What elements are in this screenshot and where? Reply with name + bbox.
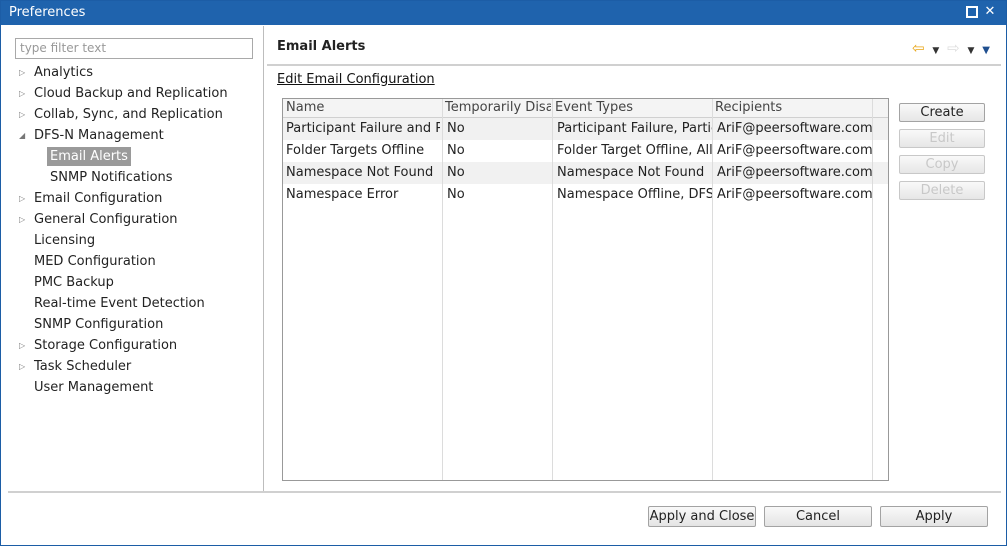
back-dropdown-icon[interactable]: ▼ [932, 46, 939, 56]
email-alerts-table[interactable]: Name Temporarily Disabled Event Types Re… [282, 98, 889, 481]
column-divider[interactable] [712, 99, 713, 480]
cell-event-types: Namespace Not Found [557, 165, 705, 180]
collapse-arrow-icon[interactable]: ◢ [19, 126, 29, 145]
column-header-name[interactable]: Name [283, 99, 441, 117]
tree-item-label: Email Alerts [47, 147, 131, 166]
edit-email-configuration-link[interactable]: Edit Email Configuration [277, 72, 435, 87]
tree-item-label: Task Scheduler [34, 359, 132, 374]
back-arrow-icon[interactable]: ⇦ [912, 39, 925, 57]
tree-item-label: SNMP Notifications [50, 170, 173, 185]
expand-arrow-icon[interactable]: ▷ [19, 210, 29, 229]
close-button[interactable]: ✕ [982, 4, 998, 20]
cell-event-types: Namespace Offline, DFS S [557, 187, 712, 202]
table-row[interactable]: Participant Failure and Pa No Participan… [283, 118, 888, 140]
expand-arrow-icon[interactable]: ▷ [19, 357, 29, 376]
tree-item-label: General Configuration [34, 212, 178, 227]
cell-temporarily-disabled: No [447, 165, 465, 180]
cell-temporarily-disabled: No [447, 143, 465, 158]
copy-button[interactable]: Copy [899, 155, 985, 174]
preferences-window: Preferences ✕ ▷ Analytics ▷ Cloud Backup… [0, 0, 1007, 546]
edit-button[interactable]: Edit [899, 129, 985, 148]
column-header-temporarily-disabled[interactable]: Temporarily Disabled [442, 99, 551, 117]
expand-arrow-icon[interactable]: ▷ [19, 336, 29, 355]
tree-item-label: Analytics [34, 65, 94, 80]
close-icon: ✕ [984, 4, 996, 19]
table-row[interactable]: Namespace Error No Namespace Offline, DF… [283, 184, 888, 206]
create-button[interactable]: Create [899, 103, 985, 122]
delete-button[interactable]: Delete [899, 181, 985, 200]
cell-name: Namespace Not Found [286, 165, 434, 180]
tree-item-label: User Management [34, 380, 154, 395]
forward-arrow-icon[interactable]: ⇨ [947, 39, 960, 57]
maximize-button[interactable] [964, 4, 980, 20]
cell-event-types: Participant Failure, Partici [557, 121, 712, 136]
pane-divider[interactable] [263, 26, 264, 491]
tree-item-label: MED Configuration [34, 254, 156, 269]
expand-arrow-icon[interactable]: ▷ [19, 189, 29, 208]
header-divider [267, 64, 1001, 66]
tree-item-label: Cloud Backup and Replication [34, 86, 228, 101]
column-header-event-types[interactable]: Event Types [552, 99, 711, 117]
filter-field[interactable] [15, 38, 253, 59]
column-divider[interactable] [442, 99, 443, 480]
expand-arrow-icon[interactable]: ▷ [19, 105, 29, 124]
tree-item-label: DFS-N Management [34, 128, 164, 143]
tree-item-label: SNMP Configuration [34, 317, 164, 332]
cancel-button[interactable]: Cancel [764, 506, 872, 527]
page-nav-toolbar: ⇦ ▼ ⇨ ▼ ▼ [908, 39, 990, 57]
table-row[interactable]: Folder Targets Offline No Folder Target … [283, 140, 888, 162]
cell-name: Namespace Error [286, 187, 399, 202]
cell-event-types: Folder Target Offline, All F [557, 143, 712, 158]
cell-recipients: AriF@peersoftware.com [717, 143, 872, 158]
column-divider[interactable] [872, 99, 873, 480]
cell-recipients: AriF@peersoftware.com [717, 165, 872, 180]
title-bar[interactable]: Preferences ✕ [1, 1, 1006, 25]
column-header-recipients[interactable]: Recipients [712, 99, 871, 117]
filter-input[interactable] [16, 39, 248, 56]
cell-name: Folder Targets Offline [286, 143, 425, 158]
page-title: Email Alerts [277, 39, 366, 54]
tree-item-label: Licensing [34, 233, 96, 248]
apply-button[interactable]: Apply [880, 506, 988, 527]
table-row[interactable]: Namespace Not Found No Namespace Not Fou… [283, 162, 888, 184]
window-title: Preferences [9, 5, 86, 20]
column-divider[interactable] [552, 99, 553, 480]
table-header: Name Temporarily Disabled Event Types Re… [283, 99, 888, 118]
tree-item-label: Storage Configuration [34, 338, 178, 353]
cell-recipients: AriF@peersoftware.com [717, 121, 872, 136]
tree-item-label: PMC Backup [34, 275, 114, 290]
expand-arrow-icon[interactable]: ▷ [19, 84, 29, 103]
tree-item-label: Collab, Sync, and Replication [34, 107, 223, 122]
cell-recipients: AriF@peersoftware.com [717, 187, 872, 202]
cell-temporarily-disabled: No [447, 121, 465, 136]
footer-divider [8, 491, 1001, 493]
cell-temporarily-disabled: No [447, 187, 465, 202]
forward-dropdown-icon[interactable]: ▼ [968, 46, 975, 56]
maximize-icon [966, 6, 978, 18]
expand-arrow-icon[interactable]: ▷ [19, 63, 29, 82]
tree-item-label: Email Configuration [34, 191, 163, 206]
tree-item-label: Real-time Event Detection [34, 296, 205, 311]
cell-name: Participant Failure and Pa [286, 121, 440, 136]
apply-and-close-button[interactable]: Apply and Close [648, 506, 756, 527]
view-menu-icon[interactable]: ▼ [982, 45, 990, 56]
